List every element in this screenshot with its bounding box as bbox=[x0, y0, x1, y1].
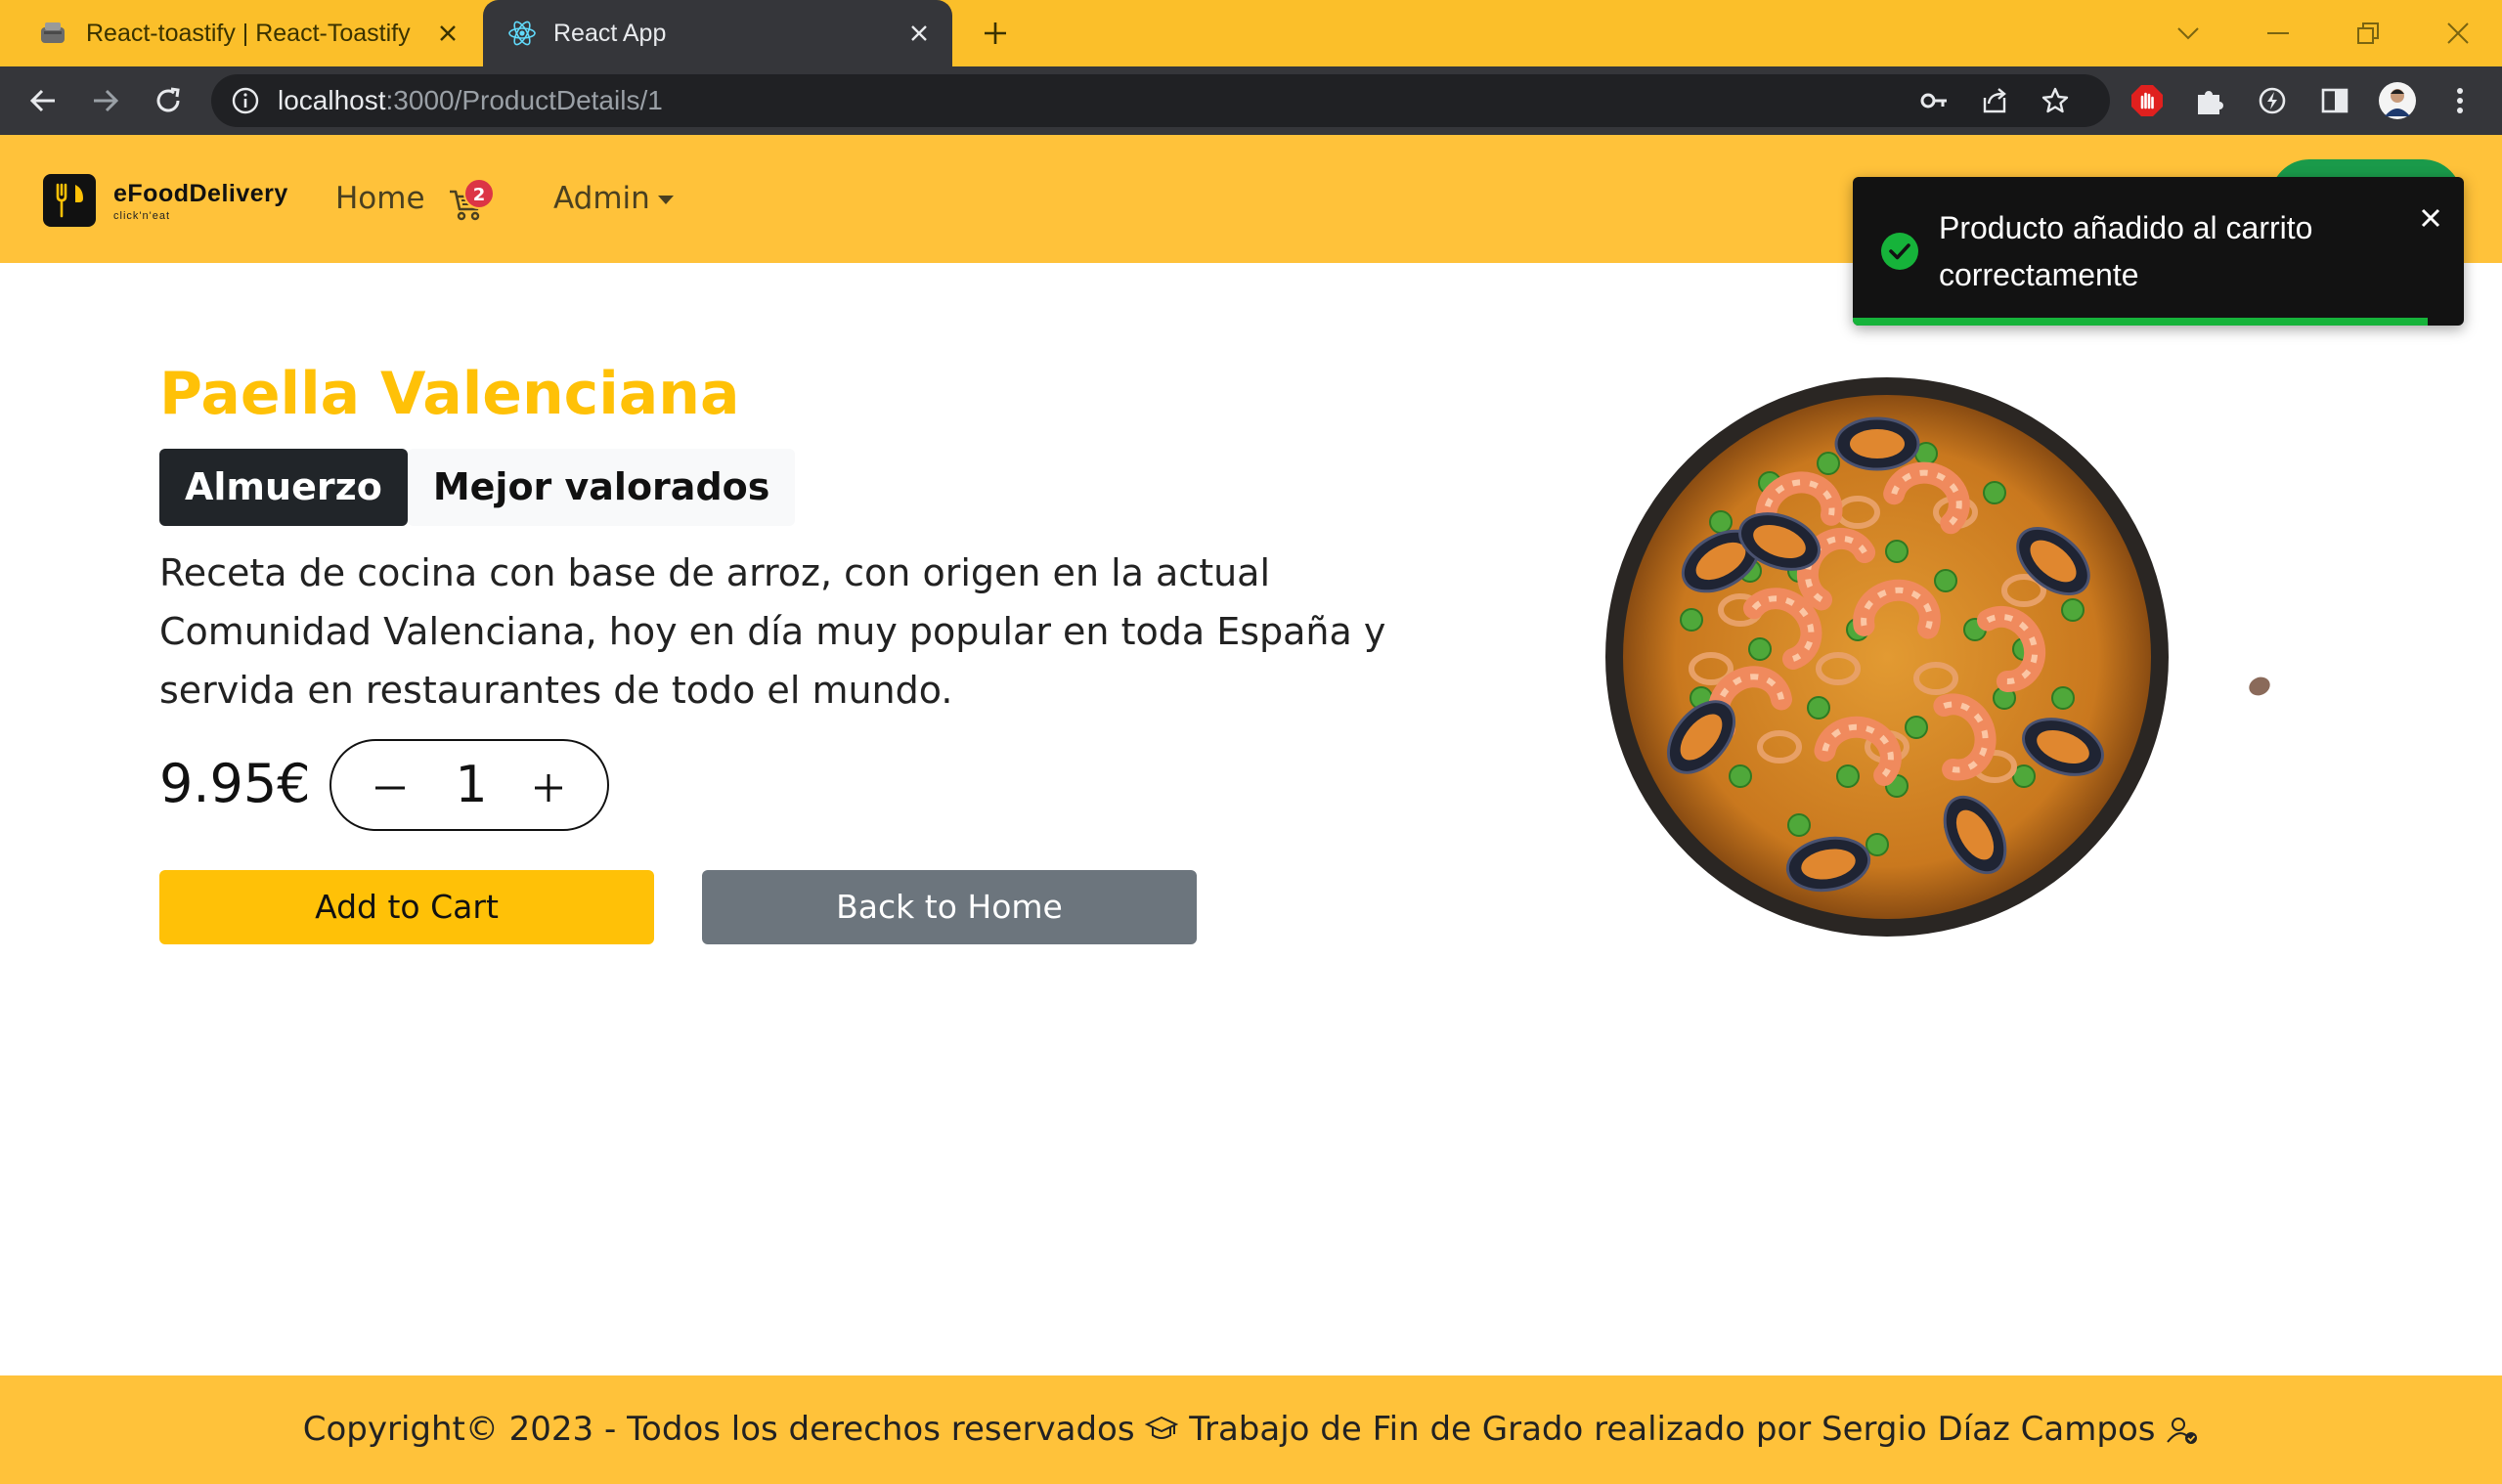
check-circle-icon bbox=[1880, 232, 1919, 271]
close-icon[interactable] bbox=[903, 18, 935, 49]
tab-title: React-toastify | React-Toastify bbox=[86, 20, 411, 47]
minus-icon[interactable] bbox=[373, 770, 408, 806]
product-description: Receta de cocina con base de arroz, con … bbox=[159, 551, 1386, 712]
profile-avatar[interactable] bbox=[2378, 81, 2417, 120]
cart-count-badge: 2 bbox=[463, 178, 495, 209]
graduation-cap-icon bbox=[1145, 1416, 1179, 1439]
product-image bbox=[1603, 375, 2171, 938]
browser-menu-icon[interactable] bbox=[2440, 81, 2480, 120]
browser-tab-react-app[interactable]: React App bbox=[483, 0, 952, 66]
product-title: Paella Valenciana bbox=[159, 360, 740, 428]
toaster-icon bbox=[37, 18, 68, 49]
minimize-icon[interactable] bbox=[2255, 10, 2302, 57]
browser-toolbar: localhost:3000/ProductDetails/1 bbox=[0, 66, 2502, 135]
brand[interactable]: eFoodDelivery click'n'eat bbox=[43, 174, 288, 227]
window-close-icon[interactable] bbox=[2435, 10, 2481, 57]
site-footer: Copyright© 2023 - Todos los derechos res… bbox=[0, 1375, 2502, 1484]
back-arrow-icon[interactable] bbox=[20, 77, 66, 124]
back-to-home-button[interactable]: Back to Home bbox=[702, 870, 1197, 944]
reload-icon[interactable] bbox=[145, 77, 192, 124]
info-icon[interactable] bbox=[231, 86, 260, 115]
brand-name: eFoodDelivery bbox=[113, 179, 288, 207]
food-crumb bbox=[2247, 675, 2272, 698]
address-bar[interactable]: localhost:3000/ProductDetails/1 bbox=[211, 74, 2110, 127]
toast-message: Producto añadido al carrito correctament… bbox=[1939, 210, 2313, 292]
browser-tab-strip: React-toastify | React-Toastify React Ap… bbox=[0, 0, 2502, 66]
copyright-text: Copyright© 2023 - Todos los derechos res… bbox=[302, 1410, 1135, 1449]
quantity-value: 1 bbox=[455, 756, 488, 814]
side-panel-icon[interactable] bbox=[2315, 81, 2354, 120]
brand-tagline: click'n'eat bbox=[113, 209, 170, 222]
browser-tab-react-toastify[interactable]: React-toastify | React-Toastify bbox=[0, 0, 481, 66]
caret-down-icon bbox=[657, 196, 674, 204]
extensions-puzzle-icon[interactable] bbox=[2190, 81, 2229, 120]
tab-search-icon[interactable] bbox=[2165, 10, 2212, 57]
toast-progress-bar bbox=[1853, 318, 2428, 326]
success-toast: Producto añadido al carrito correctament… bbox=[1853, 177, 2464, 326]
adblock-extension-icon[interactable] bbox=[2128, 81, 2167, 120]
forward-arrow-icon[interactable] bbox=[82, 77, 129, 124]
footer-text: Copyright© 2023 - Todos los derechos res… bbox=[0, 1375, 2502, 1484]
nav-home-link[interactable]: Home bbox=[335, 135, 425, 263]
category-tag: Almuerzo bbox=[159, 449, 408, 526]
product-tags: Almuerzo Mejor valorados bbox=[159, 449, 796, 526]
performance-icon[interactable] bbox=[2253, 81, 2292, 120]
close-icon[interactable] bbox=[432, 18, 463, 49]
special-tag: Mejor valorados bbox=[407, 449, 796, 526]
new-tab-icon[interactable] bbox=[976, 14, 1015, 53]
react-icon bbox=[506, 18, 538, 49]
bookmark-star-icon[interactable] bbox=[2040, 85, 2071, 116]
credit-text: Trabajo de Fin de Grado realizado por Se… bbox=[1189, 1410, 2156, 1449]
key-icon[interactable] bbox=[1918, 85, 1950, 116]
plus-icon[interactable] bbox=[531, 770, 566, 806]
close-icon[interactable] bbox=[2417, 204, 2444, 232]
nav-admin-dropdown[interactable]: Admin bbox=[553, 135, 674, 263]
tab-title: React App bbox=[553, 20, 667, 47]
share-icon[interactable] bbox=[1979, 85, 2010, 116]
quantity-stepper: 1 bbox=[329, 739, 609, 831]
restore-icon[interactable] bbox=[2345, 10, 2392, 57]
add-to-cart-button[interactable]: Add to Cart bbox=[159, 870, 654, 944]
product-price: 9.95€ bbox=[159, 753, 311, 814]
admin-label: Admin bbox=[553, 181, 650, 216]
cart-button[interactable]: 2 bbox=[448, 178, 506, 227]
user-check-icon bbox=[2167, 1418, 2198, 1444]
url-text: localhost:3000/ProductDetails/1 bbox=[278, 85, 663, 115]
fork-knife-logo-icon bbox=[43, 174, 96, 227]
